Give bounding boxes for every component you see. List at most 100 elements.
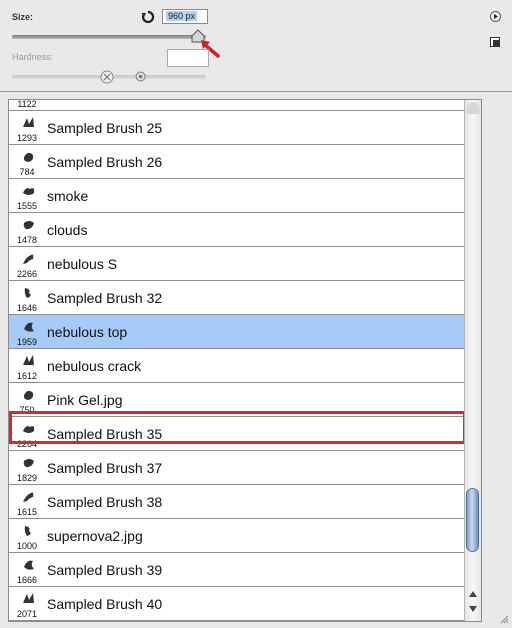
brush-thumbnail: 1959 [12,317,42,347]
brush-size: 2266 [16,269,38,279]
brush-row[interactable]: 1000 supernova2.jpg [9,519,464,553]
brush-size: 1555 [16,201,38,211]
brush-size: 2071 [16,609,38,619]
brush-row[interactable]: 1959 nebulous top [9,315,464,349]
brush-name: Sampled Brush 32 [47,290,163,306]
scrollbar-top-cap [466,102,480,114]
brush-size: 1293 [16,133,38,143]
brush-tip-icon [23,188,35,195]
resize-grip-icon[interactable] [499,614,509,624]
brush-tip-icon [23,152,34,162]
brush-tip-icon [23,355,34,365]
brush-name: nebulous S [47,256,118,272]
brush-size: 1615 [16,507,38,517]
scroll-down-icon[interactable] [469,606,477,612]
brush-size: 1666 [16,575,38,585]
brush-size: 1000 [16,541,38,551]
brush-preset-list[interactable]: 1122 1293 Sampled Brush 25 784 Sampled Brush… [8,99,482,622]
brush-size: 1646 [16,303,38,313]
brush-thumbnail: 1293 [12,113,42,143]
brush-name: nebulous top [47,324,128,340]
brush-thumbnail: 1478 [12,215,42,245]
brush-thumbnail: 2266 [12,249,42,279]
panel-menu-icon[interactable] [490,11,501,22]
scrollbar-thumb[interactable] [466,488,479,552]
brush-row[interactable]: 1555 smoke [9,179,464,213]
brush-thumbnail: 784 [12,147,42,177]
brush-list-viewport: 1122 1293 Sampled Brush 25 784 Sampled Brush… [9,100,464,621]
brush-thumbnail: 1646 [12,283,42,313]
brush-thumbnail: 1122 [12,100,42,109]
size-input-value: 960 px [166,11,198,21]
brush-thumbnail: 1829 [12,453,42,483]
brush-tip-icon [23,221,34,230]
brush-tip-icon [23,390,34,400]
brush-thumbnail: 2264 [12,419,42,449]
brush-row[interactable]: 1615 Sampled Brush 38 [9,485,464,519]
brush-thumbnail: 1555 [12,181,42,211]
brush-row[interactable]: 1646 Sampled Brush 32 [9,281,464,315]
brush-size: 784 [19,167,35,177]
brush-thumbnail: 1000 [12,521,42,551]
reset-size-icon[interactable] [141,10,155,24]
brush-tip-icon [23,426,35,433]
brush-tip-icon [24,288,31,298]
brush-row[interactable]: 1478 clouds [9,213,464,247]
brush-tip-icon [24,560,34,570]
brush-name: Sampled Brush 26 [47,154,163,170]
brush-row[interactable]: 1829 Sampled Brush 37 [9,451,464,485]
brush-tip-icon [24,322,34,332]
brush-size: 2264 [16,439,38,449]
brush-size: 1122 [17,100,37,109]
brush-row[interactable]: 2071 Sampled Brush 40 [9,587,464,621]
brush-thumbnail: 1666 [12,555,42,585]
brush-name: nebulous crack [47,358,142,374]
brush-row[interactable]: 1122 [9,100,464,111]
hardness-disabled-marker-icon [100,70,114,84]
brush-row[interactable]: 1666 Sampled Brush 39 [9,553,464,587]
brush-name: Sampled Brush 40 [47,596,163,612]
brush-name: Sampled Brush 35 [47,426,163,442]
brush-size: 1829 [16,473,38,483]
brush-size: 1612 [16,371,38,381]
size-slider-track[interactable] [12,35,206,39]
brush-tip-icon [24,526,31,536]
scroll-up-icon[interactable] [469,591,477,597]
brush-name: Sampled Brush 37 [47,460,163,476]
brush-options-panel: Size: 960 px Hardness: [0,0,512,92]
brush-row[interactable]: 1612 nebulous crack [9,349,464,383]
brush-thumbnail: 750 [12,385,42,415]
brush-tip-icon [23,117,34,127]
vertical-scrollbar[interactable] [464,100,481,621]
brush-tip-icon [23,254,34,264]
brush-name: Sampled Brush 38 [47,494,163,510]
size-label: Size: [12,12,34,22]
brush-name: smoke [47,188,89,204]
brush-thumbnail: 1615 [12,487,42,517]
brush-row[interactable]: 1293 Sampled Brush 25 [9,111,464,145]
brush-size: 750 [19,405,35,415]
brush-row[interactable]: 2266 nebulous S [9,247,464,281]
brush-tip-icon [23,459,34,468]
brush-size: 1959 [16,337,38,347]
hardness-input[interactable] [167,49,209,67]
size-input[interactable]: 960 px [162,9,208,24]
brush-name: Sampled Brush 39 [47,562,163,578]
brush-name: supernova2.jpg [47,528,143,544]
hardness-slider-thumb[interactable] [135,71,146,82]
brush-size: 1478 [16,235,38,245]
hardness-label: Hardness: [12,52,54,62]
brush-name: Sampled Brush 25 [47,120,163,136]
brush-thumbnail: 1612 [12,351,42,381]
divider [0,91,512,92]
brush-row[interactable]: 2264 Sampled Brush 35 [9,417,464,451]
brush-tip-icon [23,492,34,502]
brush-name: clouds [47,222,88,238]
brush-row[interactable]: 784 Sampled Brush 26 [9,145,464,179]
brush-name: Pink Gel.jpg [47,392,123,408]
brush-thumbnail: 2071 [12,589,42,619]
brush-row[interactable]: 750 Pink Gel.jpg [9,383,464,417]
brush-tip-icon [23,593,34,603]
new-preset-icon[interactable] [490,37,500,47]
brush-rows: 1122 1293 Sampled Brush 25 784 Sampled Brush… [9,100,464,621]
